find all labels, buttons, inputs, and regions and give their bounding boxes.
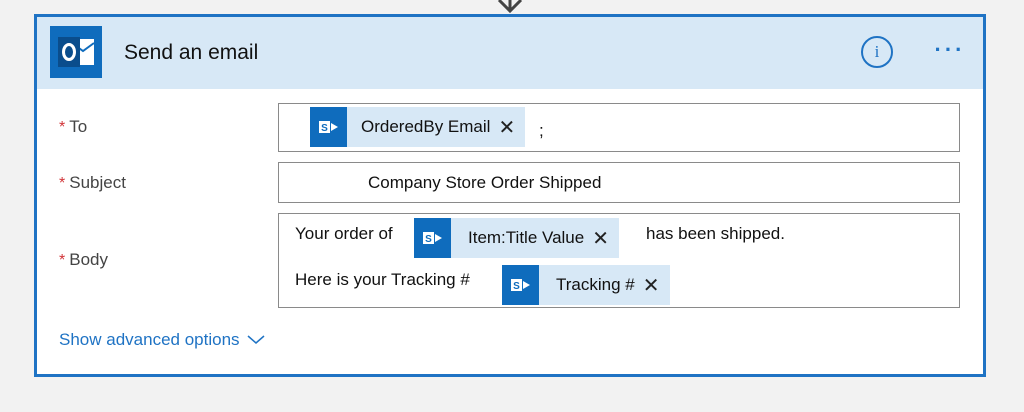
to-token-label: OrderedBy Email — [361, 117, 491, 136]
remove-token-button[interactable]: ✕ — [592, 226, 609, 251]
chevron-down-icon — [247, 335, 265, 344]
info-button[interactable]: i — [861, 36, 893, 68]
to-label-text: To — [69, 117, 88, 136]
to-label: * To — [59, 117, 87, 137]
subject-label-text: Subject — [69, 173, 126, 192]
tracking-token: S Tracking # ✕ — [502, 265, 670, 305]
send-email-card: Send an email i ··· * To S OrderedBy Emai… — [34, 14, 986, 377]
to-token: S OrderedBy Email ✕ — [310, 107, 526, 147]
svg-text:S: S — [513, 281, 520, 292]
to-field[interactable]: S OrderedBy Email ✕ ; — [278, 103, 960, 152]
sharepoint-icon: S — [502, 265, 539, 305]
body-label-text: Body — [69, 250, 108, 269]
subject-value: Company Store Order Shipped — [368, 173, 602, 192]
item-title-token-label: Item:Title Value — [468, 228, 585, 247]
body-line2-prefix: Here is your Tracking # — [295, 270, 470, 289]
svg-text:S: S — [321, 123, 328, 134]
item-title-token: S Item:Title Value ✕ — [414, 218, 619, 258]
outlook-icon — [50, 26, 102, 78]
remove-token-button[interactable]: ✕ — [643, 273, 660, 298]
advanced-options-label: Show advanced options — [59, 330, 240, 349]
tracking-token-label: Tracking # — [556, 275, 635, 294]
body-field[interactable]: Your order of S Item:Title Value ✕ has b… — [278, 213, 960, 308]
subject-label: * Subject — [59, 173, 126, 193]
required-marker: * — [59, 119, 66, 136]
show-advanced-options-link[interactable]: Show advanced options — [59, 330, 265, 350]
body-label: * Body — [59, 250, 108, 270]
required-marker: * — [59, 175, 66, 192]
subject-field[interactable]: Company Store Order Shipped — [278, 162, 960, 203]
more-options-button[interactable]: ··· — [931, 35, 969, 65]
sharepoint-icon: S — [414, 218, 451, 258]
required-marker: * — [59, 252, 66, 269]
body-line1-suffix: has been shipped. — [646, 224, 785, 243]
to-separator: ; — [539, 121, 544, 140]
card-title: Send an email — [124, 41, 259, 64]
sharepoint-icon: S — [310, 107, 347, 147]
card-header[interactable]: Send an email i ··· — [37, 17, 983, 89]
remove-token-button[interactable]: ✕ — [498, 115, 515, 140]
body-line1-prefix: Your order of — [295, 224, 393, 243]
svg-text:S: S — [425, 234, 432, 245]
